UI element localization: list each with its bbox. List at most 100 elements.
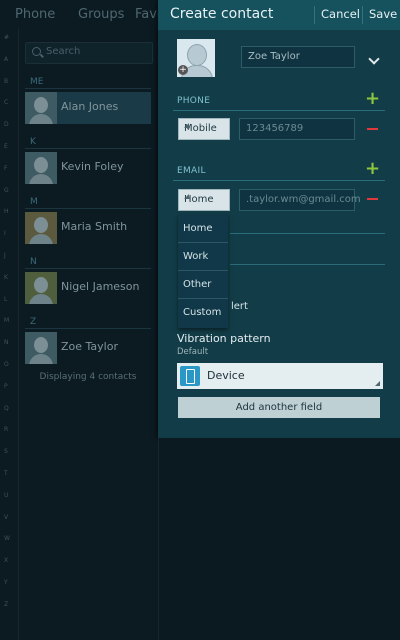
- divider: [230, 233, 385, 234]
- contact-avatar-icon: [25, 92, 57, 124]
- search-icon: [32, 47, 41, 56]
- email-input[interactable]: .taylor.wm@gmail.com: [239, 189, 361, 211]
- divider: [25, 208, 151, 209]
- vibration-pattern-value: Device: [207, 369, 245, 382]
- vibration-pattern-select[interactable]: Device: [177, 363, 383, 389]
- option-label: Other: [183, 279, 212, 290]
- section-header: N: [30, 257, 37, 267]
- add-another-field-button[interactable]: Add another field: [178, 397, 380, 418]
- dropdown-corner-icon: [184, 194, 189, 199]
- index-letter[interactable]: C: [4, 99, 8, 106]
- minus-icon[interactable]: [367, 198, 378, 200]
- index-letter[interactable]: W: [4, 535, 10, 542]
- section-header: K: [30, 137, 36, 147]
- index-letter[interactable]: X: [4, 557, 8, 564]
- contact-avatar-icon: [25, 272, 57, 304]
- index-letter[interactable]: O: [4, 361, 9, 368]
- index-letter[interactable]: A: [4, 56, 8, 63]
- add-photo-icon: +: [178, 65, 188, 75]
- contact-row[interactable]: Alan Jones: [25, 92, 151, 124]
- dropdown-option-custom[interactable]: Custom: [178, 298, 228, 326]
- index-letter[interactable]: I: [4, 230, 6, 237]
- option-label: Custom: [183, 307, 222, 318]
- index-letter[interactable]: U: [4, 492, 8, 499]
- divider: [314, 6, 315, 24]
- email-value: .taylor.wm@gmail.com: [246, 194, 361, 205]
- tab-bar: Phone Groups Favo: [0, 0, 165, 30]
- contacts-count: Displaying 4 contacts: [39, 372, 137, 382]
- panel-topbar: Create contact Cancel Save: [158, 0, 400, 30]
- minus-icon[interactable]: [367, 128, 378, 130]
- search-input[interactable]: Search: [25, 42, 153, 64]
- index-letter[interactable]: E: [4, 143, 8, 150]
- page-title: Create contact: [170, 6, 274, 22]
- index-letter[interactable]: T: [4, 470, 8, 477]
- index-letter[interactable]: P: [4, 383, 8, 390]
- divider: [230, 264, 385, 265]
- email-type-select[interactable]: Home: [178, 189, 230, 211]
- phone-section-header: PHONE: [177, 96, 211, 106]
- contact-avatar-icon: [25, 332, 57, 364]
- chevron-down-icon[interactable]: [368, 53, 380, 65]
- contact-name: Maria Smith: [61, 220, 128, 233]
- save-button[interactable]: Save: [369, 7, 397, 21]
- section-header: ME: [30, 77, 44, 87]
- divider: [25, 328, 151, 329]
- section-header: Z: [30, 317, 37, 327]
- index-letter[interactable]: N: [4, 339, 9, 346]
- contact-avatar-icon: [187, 44, 207, 66]
- dropdown-corner-icon: [184, 123, 189, 128]
- cancel-button[interactable]: Cancel: [321, 7, 360, 21]
- contact-name: Zoe Taylor: [61, 340, 118, 353]
- vibration-pattern-label: Vibration pattern: [177, 332, 271, 345]
- tab-phone[interactable]: Phone: [15, 7, 55, 22]
- contact-row[interactable]: Nigel Jameson: [25, 272, 151, 304]
- contact-row[interactable]: Kevin Foley: [25, 152, 151, 184]
- phone-number-value: 123456789: [246, 123, 304, 134]
- divider: [173, 110, 385, 111]
- plus-icon[interactable]: +: [365, 158, 380, 179]
- index-letter[interactable]: #: [4, 34, 9, 41]
- index-letter[interactable]: L: [4, 296, 7, 303]
- dropdown-option-work[interactable]: Work: [178, 242, 228, 271]
- alphabet-index[interactable]: # A B C D E F G H I J K L M N O P Q R S T U V W X Y Z: [0, 28, 19, 640]
- index-letter[interactable]: F: [4, 165, 7, 172]
- index-letter[interactable]: M: [4, 317, 9, 324]
- alert-label-partial: lert: [231, 301, 248, 312]
- dropdown-corner-icon: [375, 381, 380, 386]
- index-letter[interactable]: S: [4, 448, 8, 455]
- phone-device-icon: [180, 366, 200, 386]
- index-letter[interactable]: H: [4, 208, 9, 215]
- create-contact-panel: Create contact Cancel Save + Zoe Taylor …: [158, 0, 400, 438]
- contact-name: Nigel Jameson: [61, 280, 140, 293]
- tab-groups[interactable]: Groups: [78, 7, 124, 22]
- index-letter[interactable]: K: [4, 274, 8, 281]
- name-value: Zoe Taylor: [248, 51, 300, 62]
- search-placeholder: Search: [46, 46, 81, 57]
- index-letter[interactable]: V: [4, 514, 8, 521]
- index-letter[interactable]: Y: [4, 579, 8, 586]
- index-letter[interactable]: R: [4, 426, 8, 433]
- phone-number-input[interactable]: 123456789: [239, 118, 355, 140]
- email-type-dropdown: Home Work Other Custom: [178, 214, 228, 328]
- index-letter[interactable]: B: [4, 78, 8, 85]
- index-letter[interactable]: G: [4, 187, 9, 194]
- contact-row[interactable]: Maria Smith: [25, 212, 151, 244]
- divider: [25, 268, 151, 269]
- index-letter[interactable]: Q: [4, 405, 9, 412]
- plus-icon[interactable]: +: [365, 88, 380, 109]
- contact-name: Alan Jones: [61, 100, 119, 113]
- index-letter[interactable]: D: [4, 121, 9, 128]
- contact-name: Kevin Foley: [61, 160, 124, 173]
- section-header: M: [30, 197, 38, 207]
- index-letter[interactable]: J: [4, 252, 6, 259]
- dropdown-option-other[interactable]: Other: [178, 270, 228, 299]
- index-letter[interactable]: Z: [4, 601, 8, 608]
- divider: [25, 148, 151, 149]
- divider: [25, 88, 151, 89]
- panel-empty-area: [158, 438, 400, 640]
- phone-type-select[interactable]: Mobile: [178, 118, 230, 140]
- contact-row[interactable]: Zoe Taylor: [25, 332, 151, 364]
- name-field[interactable]: Zoe Taylor: [241, 46, 355, 68]
- dropdown-option-home[interactable]: Home: [178, 214, 228, 243]
